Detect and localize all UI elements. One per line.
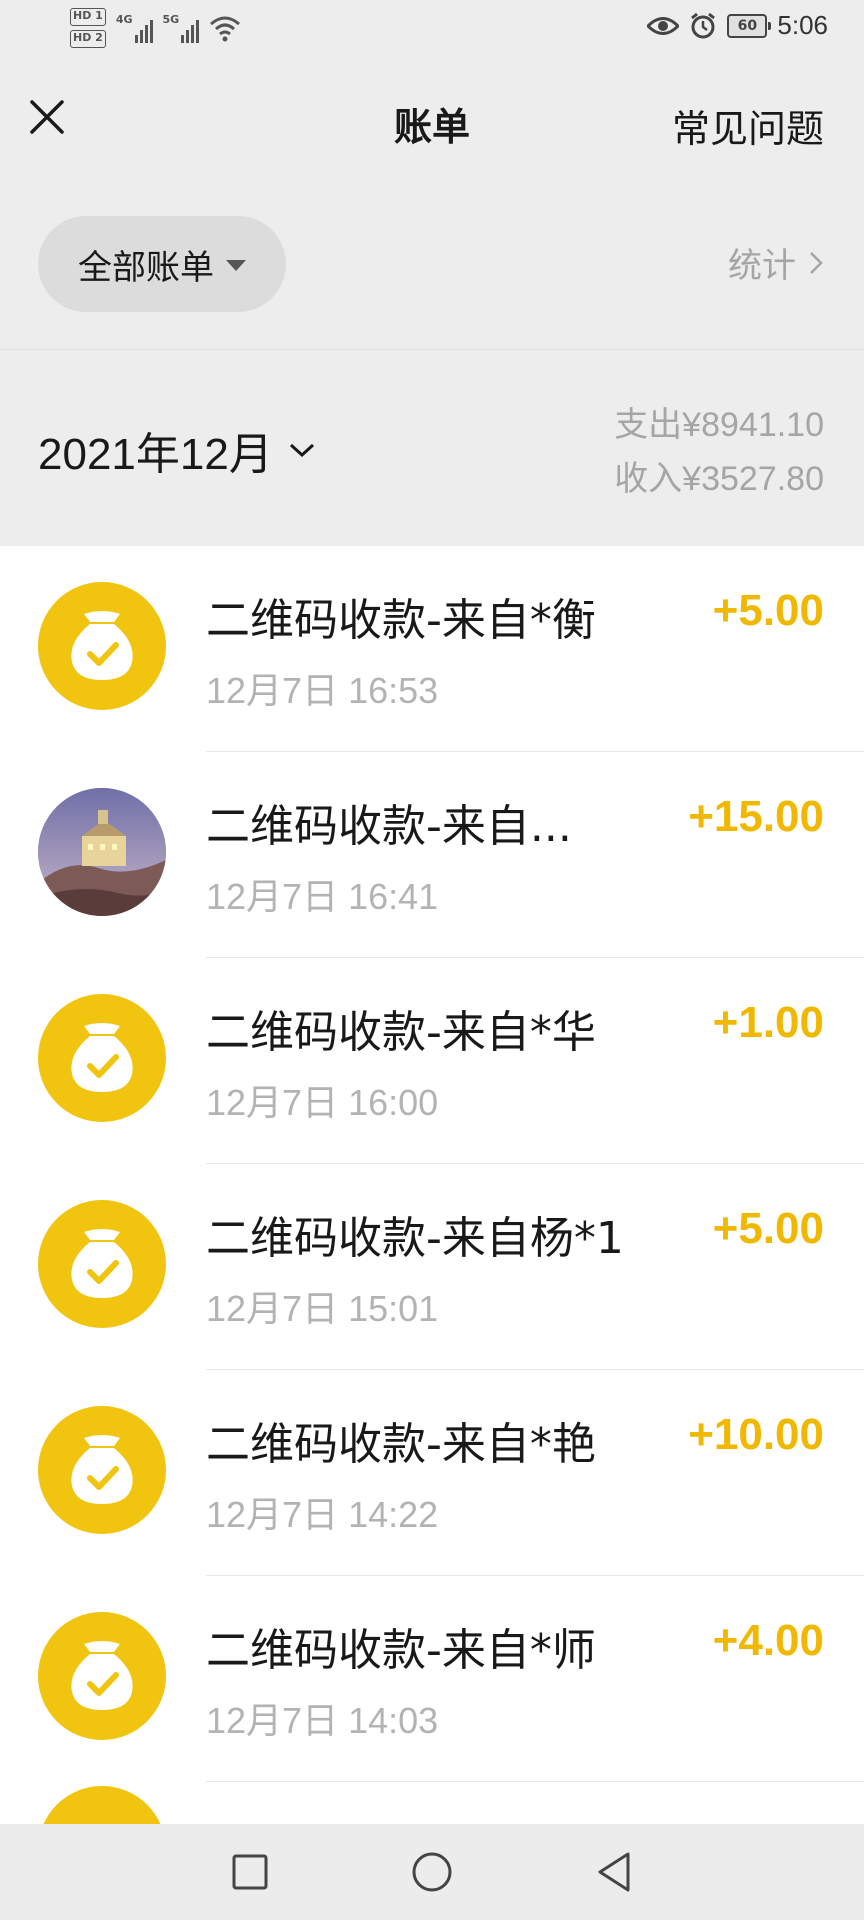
divider <box>206 1781 864 1782</box>
transaction-item[interactable]: 二维码收款-来自*艳 12月7日 14:22 +10.00 <box>0 1370 864 1576</box>
alarm-icon <box>691 12 716 38</box>
month-label: 2021年12月 <box>38 430 273 479</box>
transaction-item[interactable]: 二维码收款-来自*衡 12月7日 16:53 +5.00 <box>0 546 864 752</box>
chevron-down-icon <box>289 443 314 458</box>
triangle-back-icon <box>598 1852 630 1892</box>
network-type-2: 5G <box>162 13 180 26</box>
transaction-title: 二维码收款-来自杨*1 <box>206 1213 624 1264</box>
transaction-amount: +5.00 <box>712 1204 824 1253</box>
transaction-item[interactable]: 二维码收款-来自杨*1 12月7日 15:01 +5.00 <box>0 1164 864 1370</box>
money-bag-icon <box>38 1200 166 1328</box>
money-bag-icon <box>38 582 166 710</box>
transaction-time: 12月7日 16:53 <box>206 670 439 711</box>
caret-down-icon <box>226 260 246 271</box>
month-summary: 支出¥8941.10 收入¥3527.80 <box>614 398 824 506</box>
transaction-title: 二维码收款-来自*华 <box>206 1007 596 1058</box>
transaction-amount: +1.00 <box>712 998 824 1047</box>
transaction-title: 二维码收款-来自*师 <box>206 1625 596 1676</box>
money-bag-icon <box>38 994 166 1122</box>
transaction-time: 12月7日 15:01 <box>206 1288 439 1329</box>
money-bag-icon <box>38 1786 166 1824</box>
transaction-amount: +15.00 <box>688 792 824 841</box>
transaction-time: 12月7日 14:03 <box>206 1700 439 1741</box>
faq-link[interactable]: 常见问题 <box>672 98 824 153</box>
clock: 5:06 <box>777 10 828 40</box>
transaction-list: 二维码收款-来自*衡 12月7日 16:53 +5.00 二维码收款-来自...… <box>0 546 864 1824</box>
sim1-badge: HD 1 <box>70 8 106 26</box>
signal-icon-sim2: 5G <box>163 13 200 43</box>
income-total: 收入¥3527.80 <box>614 460 824 498</box>
transaction-item[interactable]: 二维码收款-来自*华 12月7日 16:00 +1.00 <box>0 958 864 1164</box>
status-right: 60 5:06 <box>647 10 828 41</box>
transaction-title: 二维码收款-来自*衡 <box>206 595 596 646</box>
stats-link[interactable]: 统计 <box>728 238 824 287</box>
transaction-time: 12月7日 16:00 <box>206 1082 439 1123</box>
battery-icon: 60 <box>727 13 772 38</box>
signal-icon-sim1: 4G <box>116 13 153 43</box>
transaction-title: 二维码收款-来自... <box>206 801 572 852</box>
month-selector[interactable]: 2021年12月 <box>38 418 317 482</box>
chevron-right-icon <box>810 251 823 274</box>
filter-row: 全部账单 统计 <box>0 176 864 350</box>
system-nav-bar <box>0 1824 864 1920</box>
transaction-amount: +10.00 <box>688 1410 824 1459</box>
stats-label: 统计 <box>728 246 796 286</box>
transaction-item[interactable]: 二维码收款-来自*师 12月7日 14:03 +4.00 <box>0 1576 864 1782</box>
home-button[interactable] <box>402 1842 462 1902</box>
wifi-icon <box>210 16 241 42</box>
network-type-1: 4G <box>115 13 133 26</box>
user-photo-avatar <box>38 788 166 916</box>
transaction-title: 二维码收款-来自*艳 <box>206 1419 596 1470</box>
money-bag-icon <box>38 1612 166 1740</box>
month-header: 2021年12月 支出¥8941.10 收入¥3527.80 <box>0 350 864 546</box>
status-bar: HD 1 HD 2 4G 5G 60 5:06 <box>0 0 864 64</box>
transaction-time: 12月7日 16:41 <box>206 876 439 917</box>
battery-level: 60 <box>737 17 758 34</box>
circle-icon <box>412 1852 452 1892</box>
transaction-amount: +4.00 <box>712 1616 824 1665</box>
nav-bar: 账单 常见问题 <box>0 64 864 176</box>
status-left: HD 1 HD 2 4G 5G <box>70 8 241 48</box>
expense-total: 支出¥8941.10 <box>614 406 824 444</box>
transaction-time: 12月7日 14:22 <box>206 1494 439 1535</box>
sim2-badge: HD 2 <box>70 30 106 48</box>
transaction-item[interactable]: 二维码收款-来自... 12月7日 16:41 +15.00 <box>0 752 864 958</box>
transaction-amount: +5.00 <box>712 586 824 635</box>
recents-button[interactable] <box>220 1842 280 1902</box>
back-button[interactable] <box>584 1842 644 1902</box>
money-bag-icon <box>38 1406 166 1534</box>
square-icon <box>232 1854 268 1890</box>
eye-icon <box>647 16 680 35</box>
all-bills-label: 全部账单 <box>78 247 214 288</box>
all-bills-dropdown[interactable]: 全部账单 <box>38 216 286 312</box>
